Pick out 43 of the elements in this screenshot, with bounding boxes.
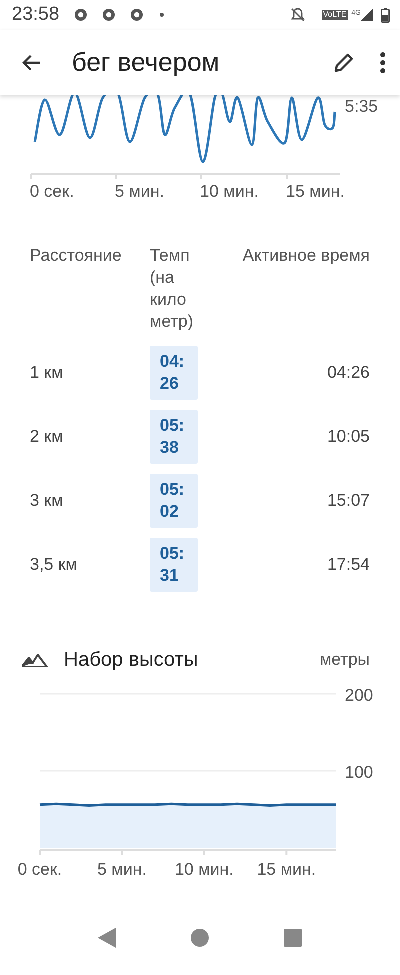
column-header: Активное время [242,245,370,267]
table-cell-text: 04:26 [326,362,370,384]
mountain-icon [22,653,48,667]
table-cell-text: 1 км [30,362,64,384]
axis-label: 15 мин. [286,182,345,201]
signal-icon [361,9,373,21]
column-header: Расстояние [30,245,123,267]
axis-label: 15 мин. [257,860,316,879]
table-cell-text: 15:07 [326,490,370,512]
app-notification-icon [74,8,88,22]
section-title: Набор высоты [64,648,200,673]
axis-label: 5:35 [345,97,378,116]
pace-chip: 05:02 [150,474,198,528]
axis-label: 100 [345,763,374,782]
app-notification-icon [130,8,144,22]
column-header: Темп (на кило метр) [150,245,194,333]
battery-icon [381,8,390,22]
pace-chip: 04:26 [150,346,198,400]
page-title: бег вечером [72,46,221,79]
network-label: VoLTE [322,10,348,20]
pace-chip: 05:31 [150,538,198,592]
more-button[interactable] [380,52,386,74]
dot-icon [160,13,164,17]
status-time: 23:58 [12,2,60,27]
axis-label: 200 [345,686,374,705]
axis-label: 0 сек. [30,182,74,201]
axis-label: 0 сек. [18,860,62,879]
table-cell-text: 2 км [30,426,64,448]
pace-chip: 05:38 [150,410,198,464]
app-notification-icon [102,8,116,22]
axis-label: 5 мин. [115,182,164,201]
axis-label: 10 мин. [200,182,259,201]
table-cell-text: 3 км [30,490,64,512]
muted-bell-icon [290,7,306,23]
unit-label: метры [320,649,370,671]
back-nav-button[interactable] [98,928,116,948]
recents-nav-button[interactable] [284,929,302,947]
axis-label: 10 мин. [174,860,234,879]
table-cell-text: 3,5 км [30,554,78,576]
table-cell-text: 17:54 [326,554,370,576]
axis-label: 5 мин. [97,860,147,879]
table-cell-text: 10:05 [326,426,370,448]
home-nav-button[interactable] [190,929,209,947]
